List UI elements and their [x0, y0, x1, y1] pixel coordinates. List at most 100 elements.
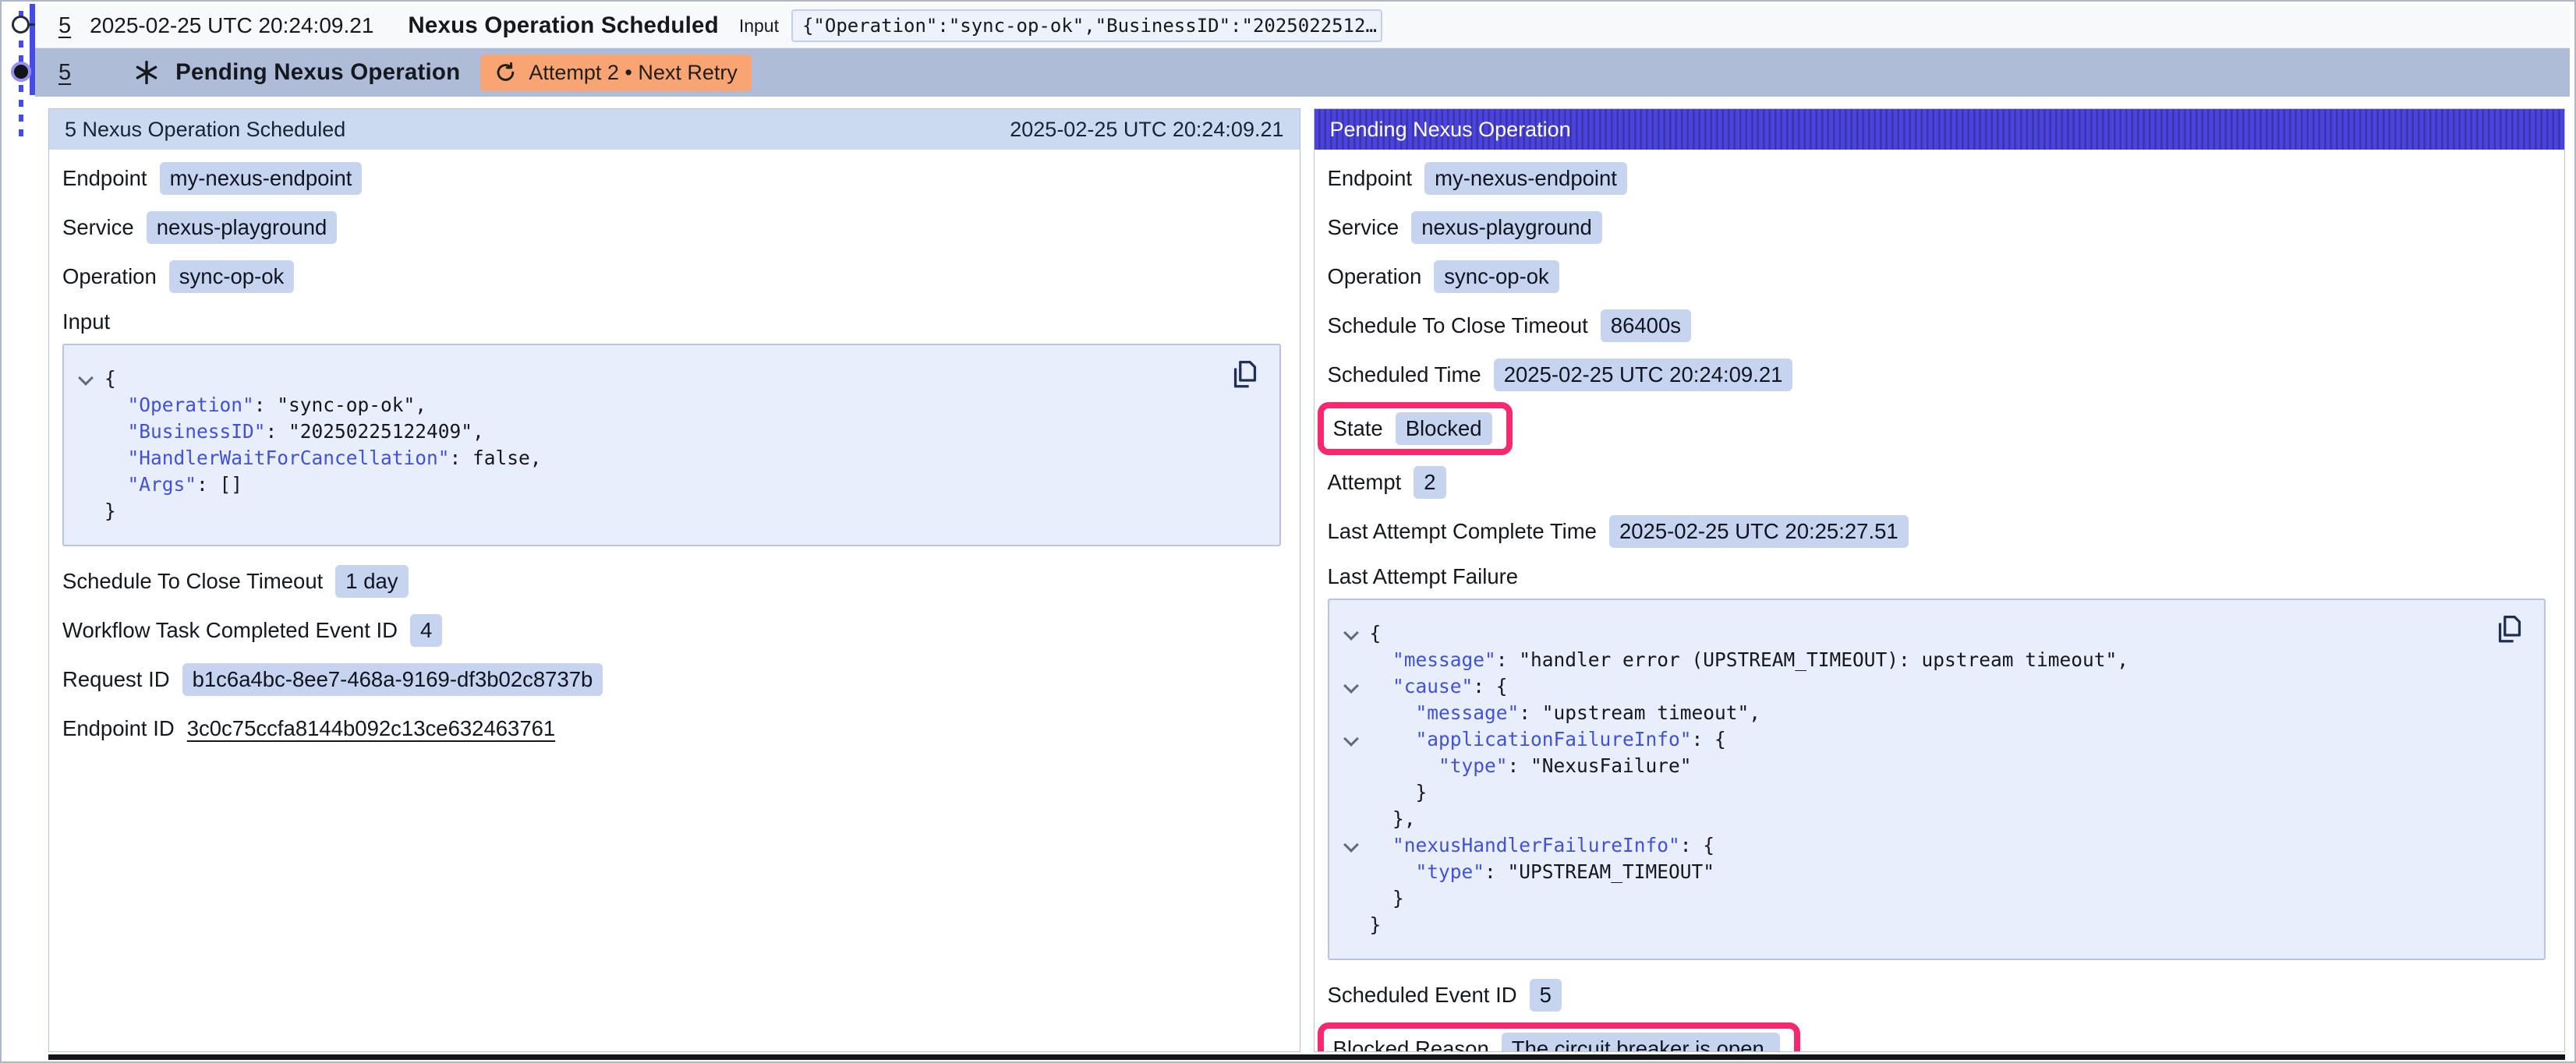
field-value-chip: my-nexus-endpoint — [1424, 162, 1627, 195]
field-label: Endpoint — [62, 166, 147, 191]
field-blocked-reason: Blocked Reason The circuit breaker is op… — [1328, 1022, 2548, 1051]
field-label: Scheduled Event ID — [1328, 983, 1517, 1008]
code-line: } — [73, 498, 1264, 524]
field-service: Service nexus-playground — [62, 211, 1283, 244]
chevron-down-icon[interactable] — [1343, 837, 1359, 853]
code-line: "Operation": "sync-op-ok", — [73, 392, 1264, 418]
field-scheduled-time: Scheduled Time 2025-02-25 UTC 20:24:09.2… — [1328, 358, 2548, 391]
blocked-reason-highlight-box: Blocked Reason The circuit breaker is op… — [1318, 1022, 1801, 1051]
code-line: } — [1339, 779, 2529, 806]
input-label: Input — [739, 16, 779, 37]
field-label: Endpoint — [1328, 166, 1413, 191]
field-operation: Operation sync-op-ok — [62, 260, 1283, 293]
state-highlight-box: State Blocked — [1318, 402, 1513, 455]
pending-operation-detail-panel: Pending Nexus Operation Endpoint my-nexu… — [1314, 108, 2566, 1052]
field-value-chip: nexus-playground — [147, 211, 338, 244]
field-value-chip: 2025-02-25 UTC 20:24:09.21 — [1494, 358, 1793, 391]
field-operation: Operation sync-op-ok — [1328, 260, 2548, 293]
event-id-link[interactable]: 5 — [58, 60, 71, 86]
field-workflow-task-completed-event-id: Workflow Task Completed Event ID 4 — [62, 614, 1283, 647]
field-endpoint: Endpoint my-nexus-endpoint — [1328, 162, 2548, 195]
field-label: State — [1333, 416, 1383, 441]
field-value-chip: 4 — [410, 614, 442, 647]
attempt-retry-badge: Attempt 2 • Next Retry — [480, 55, 752, 91]
field-scheduled-event-id: Scheduled Event ID 5 — [1328, 979, 2548, 1012]
code-line: } — [1339, 912, 2529, 938]
field-service: Service nexus-playground — [1328, 211, 2548, 244]
code-line: { — [1339, 620, 2529, 647]
event-title: Pending Nexus Operation — [175, 59, 460, 86]
field-label: Schedule To Close Timeout — [1328, 313, 1588, 338]
field-value-chip: nexus-playground — [1411, 211, 1602, 244]
chevron-down-icon[interactable] — [1343, 625, 1359, 641]
field-value-chip: my-nexus-endpoint — [160, 162, 363, 195]
field-value-chip: sync-op-ok — [1434, 260, 1559, 293]
field-value-chip: 5 — [1530, 979, 1562, 1012]
event-row-pending-nexus-operation[interactable]: 5 Pending Nexus Operation Attempt 2 • Ne… — [35, 48, 2570, 97]
attempt-retry-badge-label: Attempt 2 • Next Retry — [529, 61, 738, 85]
field-endpoint: Endpoint my-nexus-endpoint — [62, 162, 1283, 195]
field-attempt: Attempt 2 — [1328, 466, 2548, 499]
field-label: Operation — [62, 264, 157, 289]
field-schedule-to-close-timeout: Schedule To Close Timeout 86400s — [1328, 309, 2548, 342]
code-line: "type": "UPSTREAM_TIMEOUT" — [1339, 859, 2529, 885]
field-label: Service — [62, 215, 134, 240]
field-value-chip: 86400s — [1601, 309, 1691, 342]
field-label: Schedule To Close Timeout — [62, 569, 323, 594]
pending-panel-title: Pending Nexus Operation — [1330, 118, 1571, 142]
chevron-down-icon[interactable] — [1343, 678, 1359, 694]
failure-json-block: { "message": "handler error (UPSTREAM_TI… — [1328, 599, 2546, 960]
chevron-down-icon[interactable] — [78, 370, 94, 386]
bottom-divider — [48, 1054, 2565, 1060]
field-schedule-to-close-timeout: Schedule To Close Timeout 1 day — [62, 565, 1283, 598]
last-attempt-failure-label: Last Attempt Failure — [1328, 564, 2548, 589]
field-label: Request ID — [62, 667, 170, 692]
field-label: Scheduled Time — [1328, 362, 1481, 387]
field-label: Endpoint ID — [62, 716, 175, 741]
input-json-block: { "Operation": "sync-op-ok", "BusinessID… — [62, 344, 1281, 546]
code-line: "type": "NexusFailure" — [1339, 753, 2529, 779]
code-line: { — [73, 366, 1264, 392]
timeline-current-dot-icon — [11, 62, 31, 82]
event-detail-panels: 5 Nexus Operation Scheduled 2025-02-25 U… — [48, 108, 2565, 1052]
field-label: Last Attempt Complete Time — [1328, 519, 1597, 544]
state-value-chip: Blocked — [1396, 412, 1492, 445]
field-value-chip: sync-op-ok — [169, 260, 295, 293]
workflow-history-screen: 5 2025-02-25 UTC 20:24:09.21 Nexus Opera… — [0, 0, 2576, 1063]
code-line: "Args": [] — [73, 471, 1264, 498]
field-label: Attempt — [1328, 470, 1402, 495]
timeline-dot-icon — [12, 16, 30, 34]
code-line: "message": "handler error (UPSTREAM_TIME… — [1339, 647, 2529, 673]
event-timestamp: 2025-02-25 UTC 20:24:09.21 — [90, 13, 373, 38]
code-line: "BusinessID": "20250225122409", — [73, 418, 1264, 445]
input-section-label: Input — [62, 309, 1283, 334]
copy-icon[interactable] — [1228, 358, 1262, 394]
code-line: "nexusHandlerFailureInfo": { — [1339, 832, 2529, 859]
event-title: Nexus Operation Scheduled — [408, 12, 718, 39]
code-line: "cause": { — [1339, 673, 2529, 700]
input-preview-chip[interactable]: {"Operation":"sync-op-ok","BusinessID":"… — [791, 9, 1382, 42]
field-value-chip: 1 day — [335, 565, 408, 598]
copy-icon[interactable] — [2493, 613, 2527, 648]
scheduled-panel-timestamp: 2025-02-25 UTC 20:24:09.21 — [1010, 118, 1283, 142]
retry-icon — [494, 61, 518, 84]
field-label: Service — [1328, 215, 1399, 240]
asterisk-icon — [133, 59, 160, 86]
field-label: Blocked Reason — [1333, 1037, 1489, 1051]
code-line: } — [1339, 885, 2529, 912]
scheduled-event-detail-panel: 5 Nexus Operation Scheduled 2025-02-25 U… — [48, 108, 1300, 1052]
event-row-nexus-operation-scheduled[interactable]: 5 2025-02-25 UTC 20:24:09.21 Nexus Opera… — [35, 4, 2570, 48]
field-state: State Blocked — [1328, 402, 2548, 455]
code-line: }, — [1339, 806, 2529, 832]
field-label: Workflow Task Completed Event ID — [62, 618, 398, 643]
code-line: "HandlerWaitForCancellation": false, — [73, 445, 1264, 471]
field-last-attempt-complete-time: Last Attempt Complete Time 2025-02-25 UT… — [1328, 515, 2548, 548]
event-id-link[interactable]: 5 — [58, 13, 71, 39]
blocked-reason-value-chip: The circuit breaker is open. — [1502, 1033, 1781, 1051]
timeline-selection-bar — [30, 4, 35, 95]
chevron-down-icon[interactable] — [1343, 731, 1359, 747]
field-endpoint-id: Endpoint ID 3c0c75ccfa8144b092c13ce63246… — [62, 712, 1283, 745]
code-line: "applicationFailureInfo": { — [1339, 726, 2529, 753]
endpoint-id-link[interactable]: 3c0c75ccfa8144b092c13ce632463761 — [187, 716, 556, 741]
event-history-rows: 5 2025-02-25 UTC 20:24:09.21 Nexus Opera… — [35, 4, 2570, 97]
